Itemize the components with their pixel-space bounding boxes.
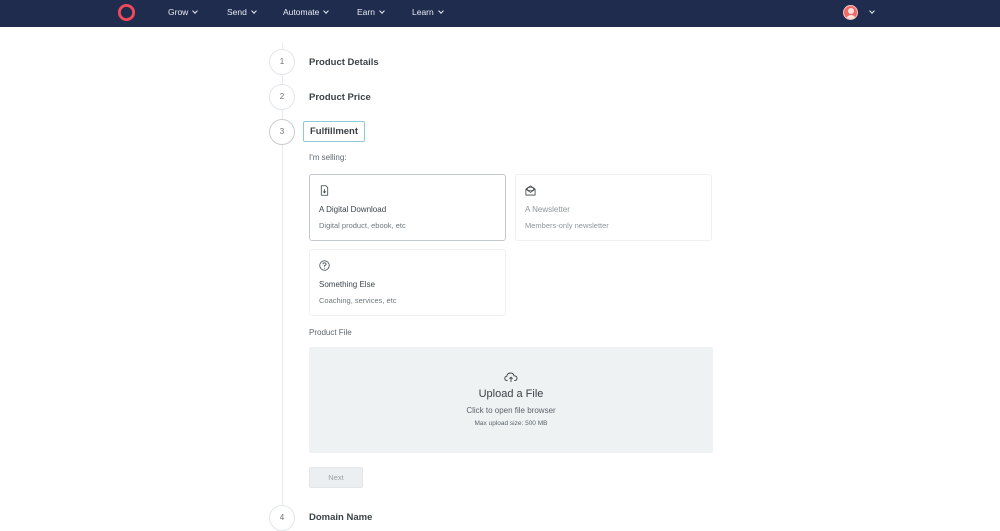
nav-grow[interactable]: Grow [168, 0, 199, 27]
nav-earn[interactable]: Earn [357, 0, 385, 27]
step-4-number[interactable]: 4 [269, 505, 295, 531]
logo-icon[interactable] [117, 3, 136, 22]
chevron-down-icon [437, 8, 444, 14]
nav-automate-label: Automate [283, 7, 320, 17]
option-title: Something Else [319, 280, 376, 289]
selling-label: I'm selling: [309, 153, 347, 162]
step-2-title[interactable]: Product Price [309, 92, 371, 103]
nav-automate[interactable]: Automate [283, 0, 330, 27]
step-1-number[interactable]: 1 [269, 49, 295, 75]
cloud-upload-icon [504, 372, 518, 382]
option-digital-download[interactable]: A Digital Download Digital product, eboo… [309, 174, 506, 241]
option-description: Members-only newsletter [525, 221, 609, 230]
option-description: Coaching, services, etc [319, 296, 397, 305]
chevron-down-icon[interactable] [869, 8, 875, 14]
option-newsletter[interactable]: A Newsletter Members-only newsletter [515, 174, 712, 241]
newsletter-icon [525, 185, 536, 196]
next-button[interactable]: Next [309, 467, 363, 488]
nav-earn-label: Earn [357, 7, 375, 17]
option-title: A Newsletter [525, 205, 570, 214]
option-description: Digital product, ebook, etc [319, 221, 406, 230]
file-upload-dropzone[interactable]: Upload a File Click to open file browser… [309, 347, 713, 453]
chevron-down-icon [379, 8, 385, 14]
nav-send-label: Send [227, 7, 247, 17]
product-file-label: Product File [309, 328, 352, 337]
upload-max-size: Max upload size: 500 MB [474, 420, 548, 427]
top-navigation-bar: Grow Send Automate Earn Learn [0, 0, 1000, 27]
step-4-title[interactable]: Domain Name [309, 512, 372, 523]
step-1-title[interactable]: Product Details [309, 57, 379, 68]
chevron-down-icon [251, 8, 257, 14]
option-something-else[interactable]: Something Else Coaching, services, etc [309, 249, 506, 316]
option-title: A Digital Download [319, 205, 387, 214]
upload-title: Upload a File [478, 388, 544, 400]
chevron-down-icon [192, 8, 199, 14]
chevron-down-icon [323, 8, 330, 14]
avatar[interactable] [843, 5, 858, 20]
download-file-icon [320, 185, 329, 196]
step-2-number[interactable]: 2 [269, 84, 295, 110]
nav-learn-label: Learn [412, 7, 434, 17]
step-rail [282, 42, 283, 525]
step-3-title[interactable]: Fulfillment [303, 121, 366, 142]
nav-grow-label: Grow [168, 7, 189, 17]
upload-subtitle: Click to open file browser [466, 406, 556, 415]
nav-learn[interactable]: Learn [412, 0, 444, 27]
nav-send[interactable]: Send [227, 0, 257, 27]
question-circle-icon [319, 260, 330, 271]
step-3-number[interactable]: 3 [269, 119, 295, 145]
